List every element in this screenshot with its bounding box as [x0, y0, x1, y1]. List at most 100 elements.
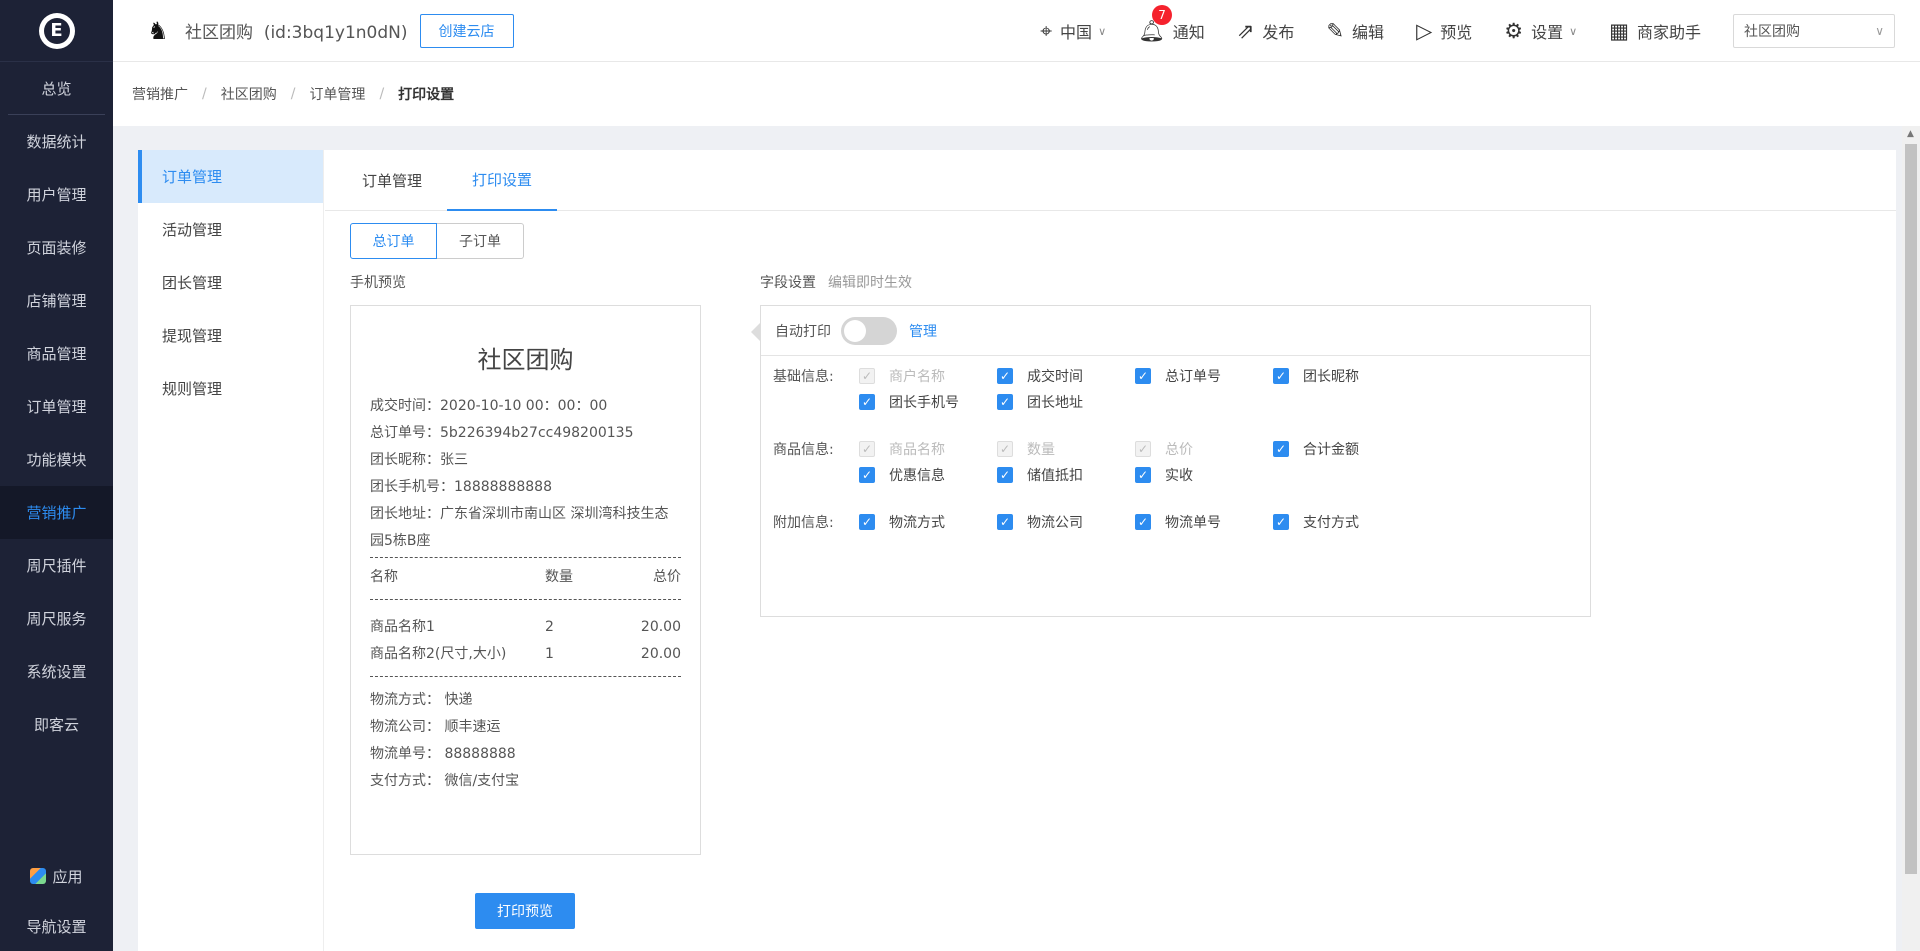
field-checkbox[interactable]: ✓ 合计金额 [1273, 439, 1359, 459]
divider [370, 676, 681, 677]
auto-print-row: 自动打印 管理 [751, 306, 1590, 356]
field-checkbox: ✓ 数量 [997, 439, 1055, 459]
receipt-line: 团长手机号：18888888888 [370, 479, 552, 495]
breadcrumb-item[interactable]: 订单管理 [309, 84, 365, 104]
receipt-footer-line: 物流方式： 快递 [370, 692, 473, 708]
breadcrumb-item[interactable]: 营销推广 [132, 84, 188, 104]
gear-icon: ⚙ [1504, 19, 1524, 43]
field-checkbox[interactable]: ✓ 优惠信息 [859, 465, 945, 485]
chevron-down-icon: ∨ [1098, 24, 1107, 38]
field-checkbox[interactable]: ✓ 总订单号 [1135, 366, 1221, 386]
nav-item[interactable]: 页面装修 [0, 221, 113, 274]
field-settings-hint: 编辑即时生效 [828, 275, 912, 291]
receipt-footer-line: 物流单号： 88888888 [370, 746, 516, 762]
checkmark-icon: ✓ [859, 514, 875, 530]
divider [370, 599, 681, 600]
apps-icon [30, 868, 47, 884]
checkmark-icon: ✓ [1135, 467, 1151, 483]
receipt-footer-line: 物流公司： 顺丰速运 [370, 719, 501, 735]
field-checkbox[interactable]: ✓ 成交时间 [997, 366, 1083, 386]
create-cloud-store-button[interactable]: 创建云店 [419, 13, 514, 48]
nav-item[interactable]: 即客云 [0, 698, 113, 751]
receipt-preview: 社区团购 成交时间：2020-10-10 00：00：00 总订单号：5b226… [350, 305, 701, 855]
nav-item[interactable]: 周尺插件 [0, 539, 113, 592]
field-checkbox-label: 总价 [1165, 442, 1193, 458]
field-checkbox-label: 团长昵称 [1303, 369, 1359, 385]
tab-order-management[interactable]: 订单管理 [337, 150, 447, 211]
receipt-footer-line: 支付方式： 微信/支付宝 [370, 773, 520, 789]
breadcrumb-item[interactable]: 社区团购 [221, 84, 277, 104]
field-checkbox: ✓ 商品名称 [859, 439, 945, 459]
field-checkbox[interactable]: ✓ 物流单号 [1135, 512, 1221, 532]
settings-menu[interactable]: ⚙ 设置 ∨ [1504, 19, 1577, 43]
nav-item[interactable]: 周尺服务 [0, 592, 113, 645]
publish-button[interactable]: ⇗ 发布 [1237, 19, 1295, 43]
page-scrollbar[interactable]: ▲ [1902, 126, 1920, 951]
nav-item[interactable]: 用户管理 [0, 168, 113, 221]
field-checkbox-label: 储值抵扣 [1027, 468, 1083, 484]
manage-link[interactable]: 管理 [909, 321, 937, 341]
edit-button[interactable]: ✎ 编辑 [1326, 19, 1384, 43]
checkmark-icon: ✓ [997, 441, 1013, 457]
app-logo[interactable]: E [0, 0, 113, 62]
tab-print-settings[interactable]: 打印设置 [447, 150, 558, 211]
field-checkbox[interactable]: ✓ 支付方式 [1273, 512, 1359, 532]
breadcrumb: 营销推广 / 社区团购 / 订单管理 / 打印设置 [113, 62, 1920, 126]
checkmark-icon: ✓ [859, 394, 875, 410]
checkmark-icon: ✓ [859, 368, 875, 384]
chevron-down-icon: ∨ [1875, 24, 1884, 38]
field-checkbox-label: 数量 [1027, 442, 1055, 458]
nav-item[interactable]: 订单管理 [0, 380, 113, 433]
auto-print-toggle[interactable] [841, 316, 897, 345]
nav-item[interactable]: 商品管理 [0, 327, 113, 380]
subnav-leader-management[interactable]: 团长管理 [138, 256, 323, 309]
field-checkbox[interactable]: ✓ 团长昵称 [1273, 366, 1359, 386]
field-checkbox[interactable]: ✓ 物流方式 [859, 512, 945, 532]
nav-item[interactable]: 数据统计 [0, 115, 113, 168]
nav-apps[interactable]: 应用 [0, 851, 113, 901]
subnav-rule-management[interactable]: 规则管理 [138, 362, 323, 415]
subnav-withdraw-management[interactable]: 提现管理 [138, 309, 323, 362]
play-icon: ▷ [1416, 19, 1433, 43]
field-checkbox-label: 成交时间 [1027, 369, 1083, 385]
segment-sub-order[interactable]: 子订单 [437, 223, 524, 259]
scrollbar-thumb[interactable] [1905, 144, 1917, 874]
field-checkbox[interactable]: ✓ 团长地址 [997, 392, 1083, 412]
field-checkbox-label: 合计金额 [1303, 442, 1359, 458]
field-checkbox[interactable]: ✓ 团长手机号 [859, 392, 959, 412]
tab-bar: 订单管理 打印设置 [325, 150, 1896, 211]
subnav-order-management[interactable]: 订单管理 [138, 150, 323, 203]
subnav-activity-management[interactable]: 活动管理 [138, 203, 323, 256]
nav-item[interactable]: 营销推广 [0, 486, 113, 539]
checkmark-icon: ✓ [997, 467, 1013, 483]
nav-navigation-settings[interactable]: 导航设置 [0, 901, 113, 951]
field-checkbox-label: 支付方式 [1303, 515, 1359, 531]
receipt-table-header: 名称 数量 总价 [370, 569, 681, 585]
preview-button[interactable]: ▷ 预览 [1416, 19, 1472, 43]
nav-item[interactable]: 功能模块 [0, 433, 113, 486]
store-select[interactable]: 社区团购 ∨ [1733, 14, 1895, 48]
field-checkbox[interactable]: ✓ 实收 [1135, 465, 1193, 485]
location-pin-icon: ⌖ [1040, 18, 1053, 43]
field-checkbox[interactable]: ✓ 物流公司 [997, 512, 1083, 532]
checkmark-icon: ✓ [859, 467, 875, 483]
nav-item[interactable]: 系统设置 [0, 645, 113, 698]
field-checkbox-label: 商户名称 [889, 369, 945, 385]
nav-item[interactable]: 总览 [8, 62, 105, 115]
field-checkbox[interactable]: ✓ 储值抵扣 [997, 465, 1083, 485]
region-selector[interactable]: ⌖ 中国 ∨ [1040, 19, 1106, 44]
nav-item[interactable]: 店铺管理 [0, 274, 113, 327]
checkmark-icon: ✓ [1135, 441, 1151, 457]
breadcrumb-current: 打印设置 [398, 87, 455, 103]
receipt-table-row: 商品名称1 2 20.00 [370, 619, 681, 635]
scroll-up-icon[interactable]: ▲ [1907, 129, 1914, 139]
segment-total-order[interactable]: 总订单 [350, 223, 437, 259]
merchant-assistant-button[interactable]: ▦ 商家助手 [1609, 19, 1701, 43]
field-checkbox: ✓ 总价 [1135, 439, 1193, 459]
checkmark-icon: ✓ [1135, 368, 1151, 384]
order-type-switch: 总订单 子订单 [350, 223, 524, 259]
divider [370, 557, 681, 558]
notification-button[interactable]: 🔔︎ 7 通知 [1138, 4, 1205, 44]
phone-preview-title: 手机预览 [350, 275, 406, 291]
print-preview-button[interactable]: 打印预览 [475, 893, 575, 929]
